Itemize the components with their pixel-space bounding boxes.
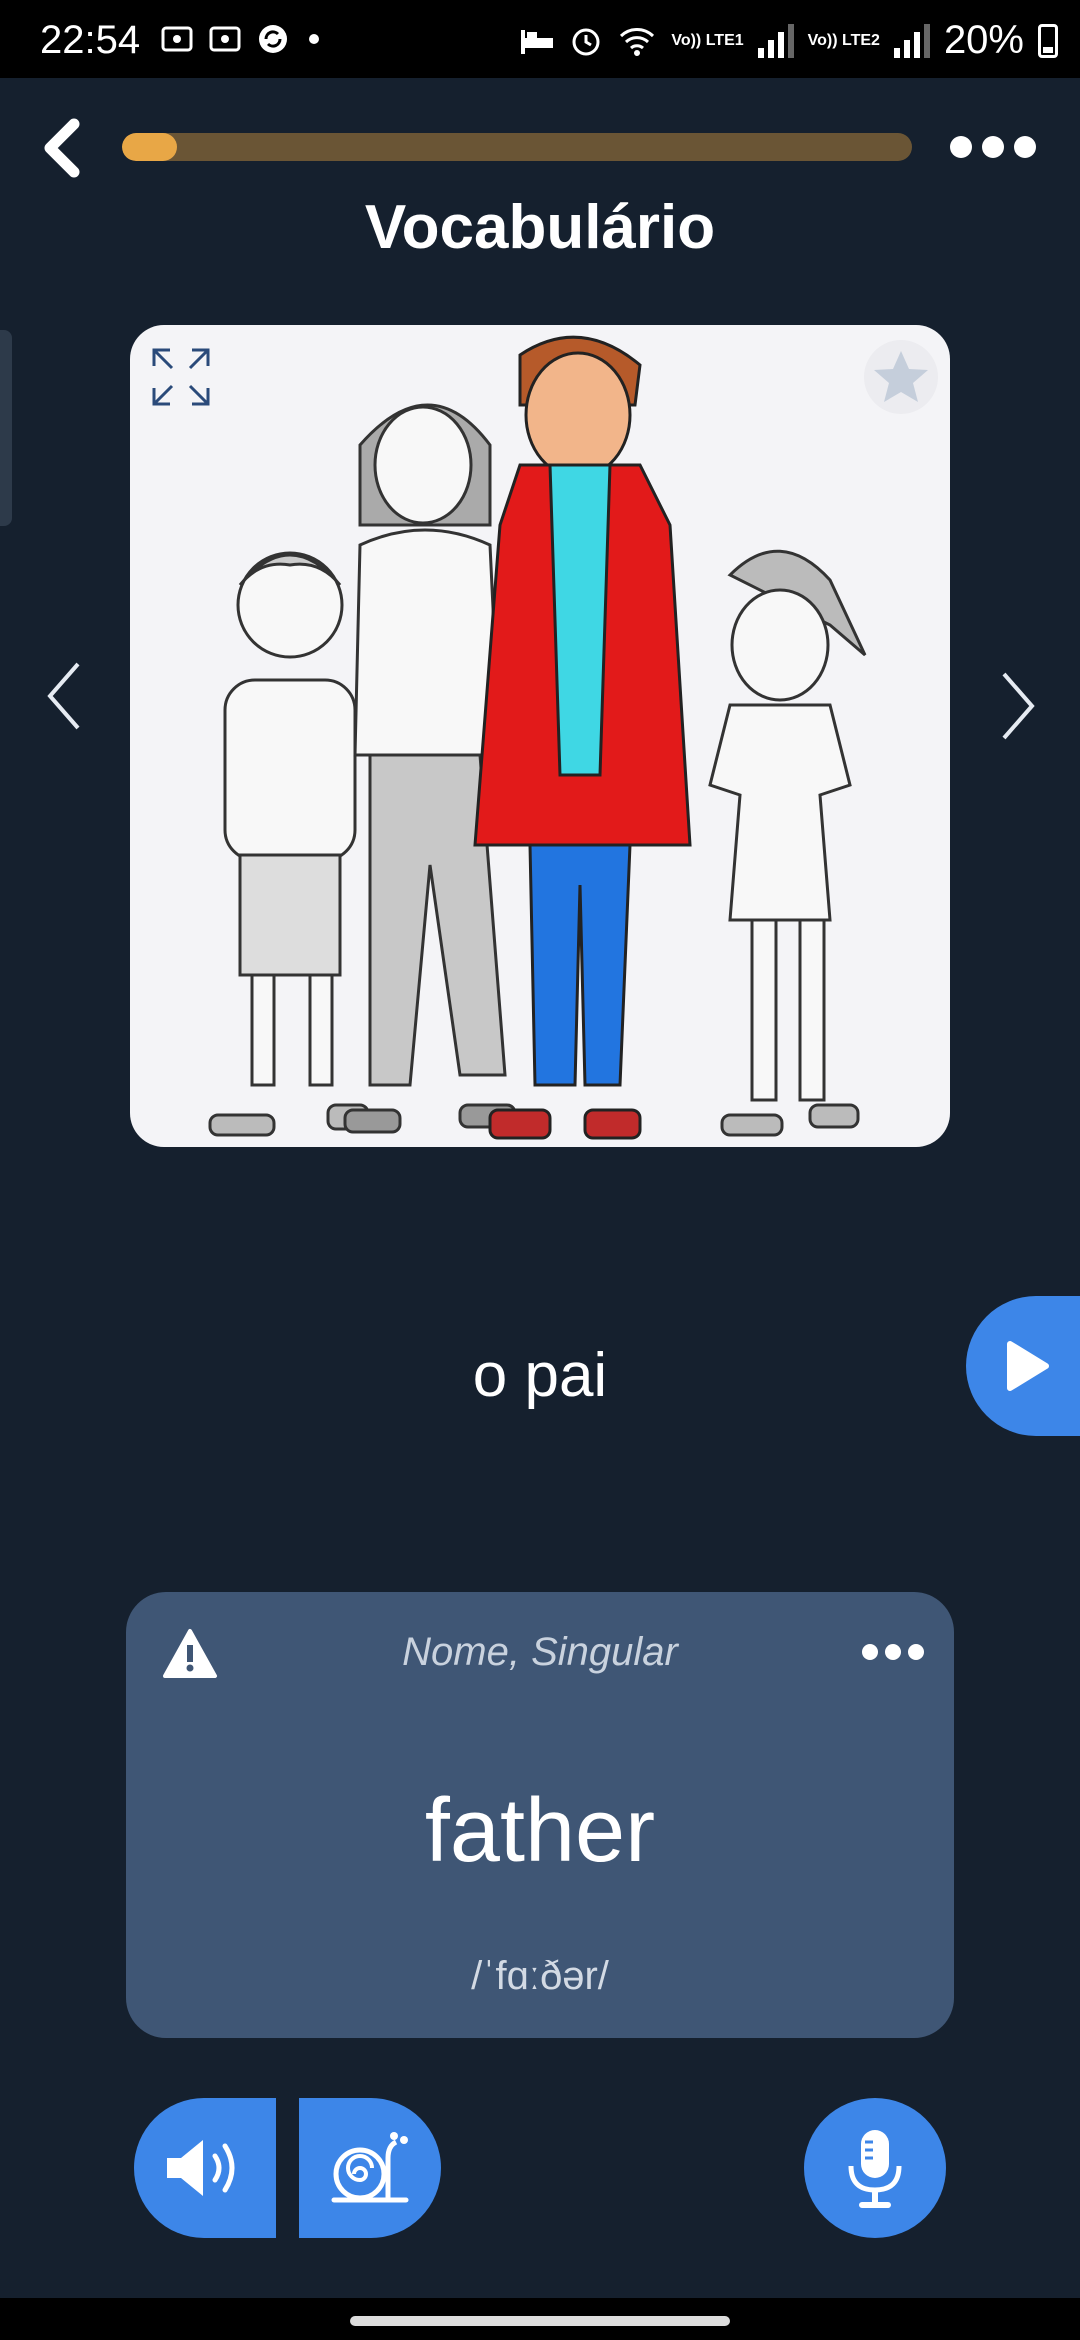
snail-icon — [331, 2132, 409, 2203]
listen-button[interactable] — [134, 2098, 276, 2238]
signal-icon — [757, 23, 794, 58]
star-icon — [874, 351, 928, 402]
status-notification-icons — [160, 22, 324, 56]
vocabulary-image-card — [130, 325, 950, 1147]
sync-icon — [259, 25, 287, 53]
page-title: Vocabulário — [364, 193, 716, 262]
family-illustration — [208, 335, 867, 1140]
girl-figure — [708, 549, 867, 1137]
signal-icon — [893, 23, 930, 58]
play-audio-button[interactable] — [966, 1296, 1080, 1436]
microphone-button[interactable] — [804, 2098, 946, 2238]
next-card-chevron-icon[interactable] — [998, 670, 1038, 742]
progress-fill — [122, 133, 178, 161]
status-bar: 22:54 Vo)) LTE1 Vo)) LTE2 20% — [0, 0, 1080, 78]
boy-figure — [208, 551, 370, 1137]
battery-percent: 20% — [943, 18, 1024, 62]
dot-icon — [309, 34, 319, 44]
vocabulary-word: o pai — [472, 1341, 608, 1410]
microphone-icon — [848, 2130, 902, 2208]
alarm-icon — [572, 28, 600, 55]
sim2-label: Vo)) LTE2 — [807, 31, 880, 49]
lesson-progress-bar — [122, 133, 912, 161]
screen-record-icon — [209, 26, 241, 52]
slow-listen-button[interactable] — [299, 2098, 441, 2238]
back-chevron-icon[interactable] — [36, 118, 88, 178]
status-time: 22:54 — [40, 18, 141, 62]
translation-text: father — [424, 1781, 656, 1881]
expand-icon[interactable] — [148, 344, 214, 410]
translation-more-button[interactable] — [862, 1644, 924, 1660]
home-gesture-handle[interactable] — [350, 2316, 730, 2326]
system-navigation-bar — [0, 2298, 1080, 2340]
sim1-label: Vo)) LTE1 — [671, 31, 744, 49]
father-figure — [473, 335, 692, 1140]
favorite-button[interactable] — [864, 340, 938, 414]
side-panel-handle[interactable] — [0, 330, 12, 526]
screen-record-icon — [161, 26, 193, 52]
bed-icon — [521, 29, 554, 54]
previous-card-chevron-icon[interactable] — [44, 660, 84, 732]
more-options-button[interactable] — [950, 132, 1040, 162]
battery-icon — [1038, 23, 1058, 58]
phonetic-transcription: /ˈfɑːðər/ — [471, 1954, 609, 1998]
wifi-icon — [620, 27, 655, 56]
play-icon — [1007, 1341, 1049, 1391]
speaker-icon — [167, 2140, 235, 2196]
